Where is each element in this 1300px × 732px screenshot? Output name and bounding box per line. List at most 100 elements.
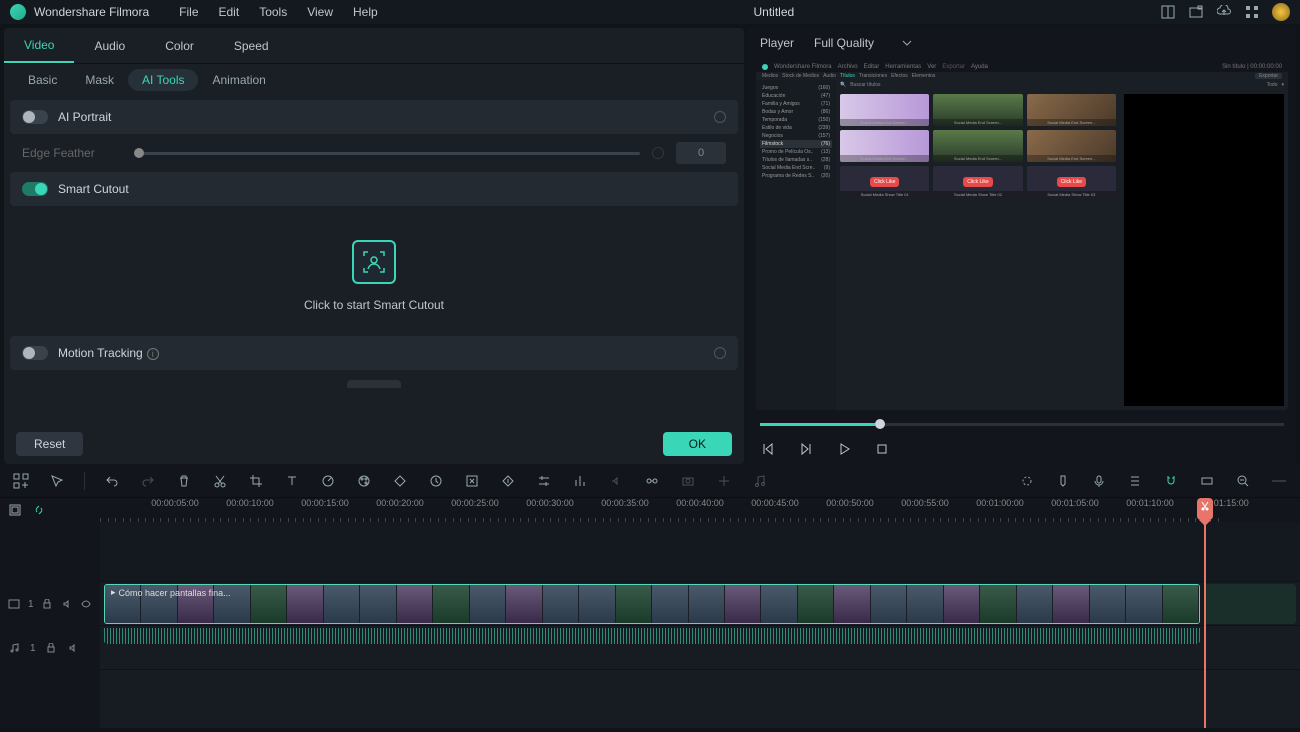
info-icon[interactable]: i xyxy=(147,348,159,360)
ai-portrait-reset-icon[interactable] xyxy=(712,109,729,126)
track-toggle-icon[interactable] xyxy=(8,503,22,517)
split-icon[interactable] xyxy=(211,472,229,490)
quality-select[interactable]: Full Quality xyxy=(814,36,912,50)
layout-icon[interactable] xyxy=(1160,4,1176,20)
video-track-number: 1 xyxy=(28,599,34,610)
lock-icon[interactable] xyxy=(44,641,58,655)
edge-feather-value[interactable]: 0 xyxy=(676,142,726,164)
subtab-animation[interactable]: Animation xyxy=(198,69,279,91)
quality-value: Full Quality xyxy=(814,36,874,50)
tab-audio[interactable]: Audio xyxy=(74,28,145,63)
preview-viewport[interactable]: Wondershare Filmora ArchivoEditarHerrami… xyxy=(756,62,1288,410)
auto-reframe-icon[interactable] xyxy=(1018,472,1036,490)
effects-icon[interactable] xyxy=(715,472,733,490)
audio-mixer-icon[interactable] xyxy=(571,472,589,490)
voiceover-icon[interactable] xyxy=(607,472,625,490)
screenshot-icon[interactable] xyxy=(1188,4,1204,20)
video-track[interactable]: ▸Cómo hacer pantallas fina... xyxy=(100,582,1300,626)
tab-color[interactable]: Color xyxy=(145,28,214,63)
crop-icon[interactable] xyxy=(247,472,265,490)
keyframe-icon[interactable] xyxy=(391,472,409,490)
smart-cutout-icon xyxy=(352,240,396,284)
prev-frame-button[interactable] xyxy=(760,441,776,457)
music-icon[interactable] xyxy=(751,472,769,490)
magnet-icon[interactable] xyxy=(1162,472,1180,490)
audio-track-icon xyxy=(8,641,22,655)
color-icon[interactable] xyxy=(355,472,373,490)
add-track-icon[interactable] xyxy=(12,472,30,490)
reset-button[interactable]: Reset xyxy=(16,432,83,456)
chevron-down-icon xyxy=(902,40,912,46)
lock-icon[interactable] xyxy=(42,597,53,611)
motion-tracking-label: Motion Trackingi xyxy=(58,346,704,360)
zoom-out-icon[interactable] xyxy=(1234,472,1252,490)
player-label: Player xyxy=(760,36,794,50)
menu-view[interactable]: View xyxy=(297,5,343,19)
marker-add-icon[interactable] xyxy=(1054,472,1072,490)
marker-icon[interactable] xyxy=(427,472,445,490)
tab-video[interactable]: Video xyxy=(4,28,74,63)
undo-icon[interactable] xyxy=(103,472,121,490)
smart-cutout-launcher[interactable]: Click to start Smart Cutout xyxy=(4,210,744,332)
detach-icon[interactable] xyxy=(463,472,481,490)
subtab-ai-tools[interactable]: AI Tools xyxy=(128,69,198,91)
play-button[interactable] xyxy=(836,441,852,457)
edge-feather-row: Edge Feather 0 xyxy=(4,138,744,168)
audio-track-number: 1 xyxy=(30,643,36,654)
edge-feather-reset-icon[interactable] xyxy=(650,145,667,162)
inspector-primary-tabs: Video Audio Color Speed xyxy=(4,28,744,64)
video-clip[interactable]: ▸Cómo hacer pantallas fina... xyxy=(104,584,1200,624)
audio-track[interactable] xyxy=(100,626,1300,670)
menu-file[interactable]: File xyxy=(169,5,208,19)
text-icon[interactable] xyxy=(283,472,301,490)
playhead[interactable] xyxy=(1204,522,1206,728)
mixer-icon[interactable] xyxy=(1126,472,1144,490)
video-track-header: 1 xyxy=(0,582,100,626)
link-icon[interactable] xyxy=(32,503,46,517)
delete-icon[interactable] xyxy=(175,472,193,490)
group-icon[interactable] xyxy=(643,472,661,490)
redo-icon[interactable] xyxy=(139,472,157,490)
audio-track-header: 1 xyxy=(0,626,100,670)
timeline-ruler[interactable]: 00:00:05:0000:00:10:0000:00:15:0000:00:2… xyxy=(100,498,1300,522)
stop-button[interactable] xyxy=(874,441,890,457)
zoom-slider-icon[interactable] xyxy=(1270,472,1288,490)
video-clip-tail[interactable] xyxy=(1204,584,1296,624)
mic-icon[interactable] xyxy=(1090,472,1108,490)
user-avatar[interactable] xyxy=(1272,3,1290,21)
cloud-upload-icon[interactable] xyxy=(1216,4,1232,20)
snapshot-icon[interactable] xyxy=(679,472,697,490)
select-tool-icon[interactable] xyxy=(48,472,66,490)
menu-help[interactable]: Help xyxy=(343,5,388,19)
ai-portrait-label: AI Portrait xyxy=(58,110,704,124)
menu-tools[interactable]: Tools xyxy=(249,5,297,19)
clip-title: Cómo hacer pantallas fina... xyxy=(119,588,231,598)
mute-icon[interactable] xyxy=(66,641,80,655)
render-icon[interactable] xyxy=(499,472,517,490)
menu-edit[interactable]: Edit xyxy=(209,5,250,19)
subtab-basic[interactable]: Basic xyxy=(14,69,71,91)
adjust-icon[interactable] xyxy=(535,472,553,490)
smart-cutout-toggle[interactable] xyxy=(22,182,48,196)
truncated-section xyxy=(347,380,401,388)
smart-cutout-label: Smart Cutout xyxy=(58,182,726,196)
step-forward-button[interactable] xyxy=(798,441,814,457)
tab-speed[interactable]: Speed xyxy=(214,28,289,63)
mute-icon[interactable] xyxy=(61,597,72,611)
hide-icon[interactable] xyxy=(81,597,92,611)
player-scrubber[interactable] xyxy=(748,414,1296,434)
edge-feather-label: Edge Feather xyxy=(22,146,122,160)
ok-button[interactable]: OK xyxy=(663,432,732,456)
ai-portrait-row: AI Portrait xyxy=(10,100,738,134)
edge-feather-slider[interactable] xyxy=(134,152,640,155)
fit-icon[interactable] xyxy=(1198,472,1216,490)
subtab-mask[interactable]: Mask xyxy=(71,69,128,91)
timeline-toolbar xyxy=(0,464,1300,498)
motion-tracking-reset-icon[interactable] xyxy=(712,345,729,362)
document-title: Untitled xyxy=(388,5,1160,19)
speed-icon[interactable] xyxy=(319,472,337,490)
ai-portrait-toggle[interactable] xyxy=(22,110,48,124)
apps-grid-icon[interactable] xyxy=(1244,4,1260,20)
motion-tracking-toggle[interactable] xyxy=(22,346,48,360)
app-logo xyxy=(10,4,26,20)
